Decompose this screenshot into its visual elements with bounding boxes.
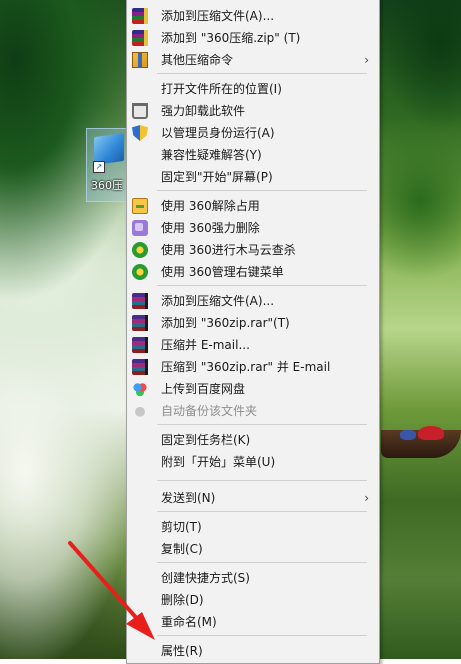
zip-box-icon (132, 52, 148, 68)
menu-item-label: 自动备份该文件夹 (161, 404, 258, 418)
menu-separator (157, 562, 367, 563)
menu-item-label: 发送到(N) (161, 491, 216, 505)
menu-item-label: 附到「开始」菜单(U) (161, 455, 276, 469)
menu-item-360-force-delete[interactable]: 使用 360强力删除 (127, 217, 379, 239)
menu-item-label: 复制(C) (161, 542, 203, 556)
menu-item-label: 添加到压缩文件(A)... (161, 9, 275, 23)
desktop-wallpaper-right (380, 0, 461, 659)
shortcut-arrow-icon: ↗ (93, 161, 105, 173)
menu-item-rar-add-archive[interactable]: 添加到压缩文件(A)... (127, 290, 379, 312)
menu-item-create-shortcut[interactable]: 创建快捷方式(S) (127, 567, 379, 589)
menu-item-label: 添加到 "360压缩.zip" (T) (161, 31, 301, 45)
menu-item-add-to-360zip[interactable]: 添加到 "360压缩.zip" (T) (127, 27, 379, 49)
menu-item-other-compress[interactable]: 其他压缩命令 › (127, 49, 379, 71)
menu-item-delete[interactable]: 删除(D) (127, 589, 379, 611)
menu-item-rar-add-360zip[interactable]: 添加到 "360zip.rar"(T) (127, 312, 379, 334)
menu-item-label: 使用 360进行木马云查杀 (161, 243, 296, 257)
menu-item-send-to[interactable]: 发送到(N) › (127, 487, 379, 509)
shred-icon (132, 220, 148, 236)
zip-archive-icon (132, 8, 148, 24)
menu-item-force-uninstall[interactable]: 强力卸载此软件 (127, 100, 379, 122)
menu-separator (157, 635, 367, 636)
menu-item-label: 压缩并 E-mail... (161, 338, 250, 352)
menu-separator (157, 424, 367, 425)
menu-separator (157, 190, 367, 191)
baidu-cloud-gray-icon (132, 403, 148, 419)
menu-item-label: 打开文件所在的位置(I) (161, 82, 282, 96)
uac-shield-icon (132, 125, 148, 141)
menu-item-label: 添加到压缩文件(A)... (161, 294, 275, 308)
menu-separator (157, 480, 367, 481)
menu-item-label: 重命名(M) (161, 615, 217, 629)
menu-item-auto-backup: 自动备份该文件夹 (127, 400, 379, 422)
menu-item-label: 剪切(T) (161, 520, 202, 534)
baidu-cloud-icon (132, 381, 148, 397)
submenu-arrow-icon: › (364, 491, 369, 505)
menu-item-run-as-admin[interactable]: 以管理员身份运行(A) (127, 122, 379, 144)
menu-item-upload-baidu[interactable]: 上传到百度网盘 (127, 378, 379, 400)
winrar-icon (132, 293, 148, 309)
360-scan-icon (132, 242, 148, 258)
menu-item-label: 兼容性疑难解答(Y) (161, 148, 262, 162)
menu-item-copy[interactable]: 复制(C) (127, 538, 379, 560)
menu-item-cut[interactable]: 剪切(T) (127, 516, 379, 538)
menu-item-label: 固定到任务栏(K) (161, 433, 251, 447)
wallpaper-boat-figure-2 (400, 430, 416, 440)
menu-item-rename[interactable]: 重命名(M) (127, 611, 379, 633)
winrar-icon (132, 337, 148, 353)
menu-separator (157, 285, 367, 286)
wallpaper-boat-figure (418, 426, 444, 440)
menu-item-label: 强力卸载此软件 (161, 104, 246, 118)
menu-item-open-location[interactable]: 打开文件所在的位置(I) (127, 78, 379, 100)
menu-separator (157, 73, 367, 74)
menu-item-compat-troubleshoot[interactable]: 兼容性疑难解答(Y) (127, 144, 379, 166)
menu-item-label: 压缩到 "360zip.rar" 并 E-mail (161, 360, 331, 374)
menu-item-label: 以管理员身份运行(A) (161, 126, 275, 140)
menu-item-label: 属性(R) (161, 644, 203, 658)
unlock-icon (132, 198, 148, 214)
menu-item-pin-start-screen[interactable]: 固定到"开始"屏幕(P) (127, 166, 379, 188)
submenu-arrow-icon: › (364, 53, 369, 67)
menu-item-360-unlock[interactable]: 使用 360解除占用 (127, 195, 379, 217)
menu-item-label: 使用 360解除占用 (161, 199, 260, 213)
menu-item-label: 上传到百度网盘 (161, 382, 246, 396)
menu-item-pin-taskbar[interactable]: 固定到任务栏(K) (127, 429, 379, 451)
menu-item-rar-compress-email[interactable]: 压缩并 E-mail... (127, 334, 379, 356)
desktop-icon-label: 360压 (91, 179, 123, 192)
menu-item-label: 创建快捷方式(S) (161, 571, 250, 585)
menu-item-label: 添加到 "360zip.rar"(T) (161, 316, 290, 330)
context-menu: 添加到压缩文件(A)... 添加到 "360压缩.zip" (T) 其他压缩命令… (126, 0, 380, 664)
menu-item-add-to-archive[interactable]: 添加到压缩文件(A)... (127, 5, 379, 27)
menu-separator (157, 511, 367, 512)
menu-item-label: 固定到"开始"屏幕(P) (161, 170, 273, 184)
menu-item-label: 使用 360强力删除 (161, 221, 260, 235)
menu-item-label: 其他压缩命令 (161, 53, 234, 67)
winrar-icon (132, 315, 148, 331)
menu-item-label: 删除(D) (161, 593, 204, 607)
menu-item-360-manage-menu[interactable]: 使用 360管理右键菜单 (127, 261, 379, 283)
winrar-icon (132, 359, 148, 375)
zip-archive-icon (132, 30, 148, 46)
menu-item-pin-start-menu[interactable]: 附到「开始」菜单(U) (127, 451, 379, 473)
menu-item-360-trojan-scan[interactable]: 使用 360进行木马云查杀 (127, 239, 379, 261)
trash-icon (132, 103, 148, 119)
menu-item-rar-compress-to-email[interactable]: 压缩到 "360zip.rar" 并 E-mail (127, 356, 379, 378)
menu-item-label: 使用 360管理右键菜单 (161, 265, 284, 279)
360-scan-icon (132, 264, 148, 280)
